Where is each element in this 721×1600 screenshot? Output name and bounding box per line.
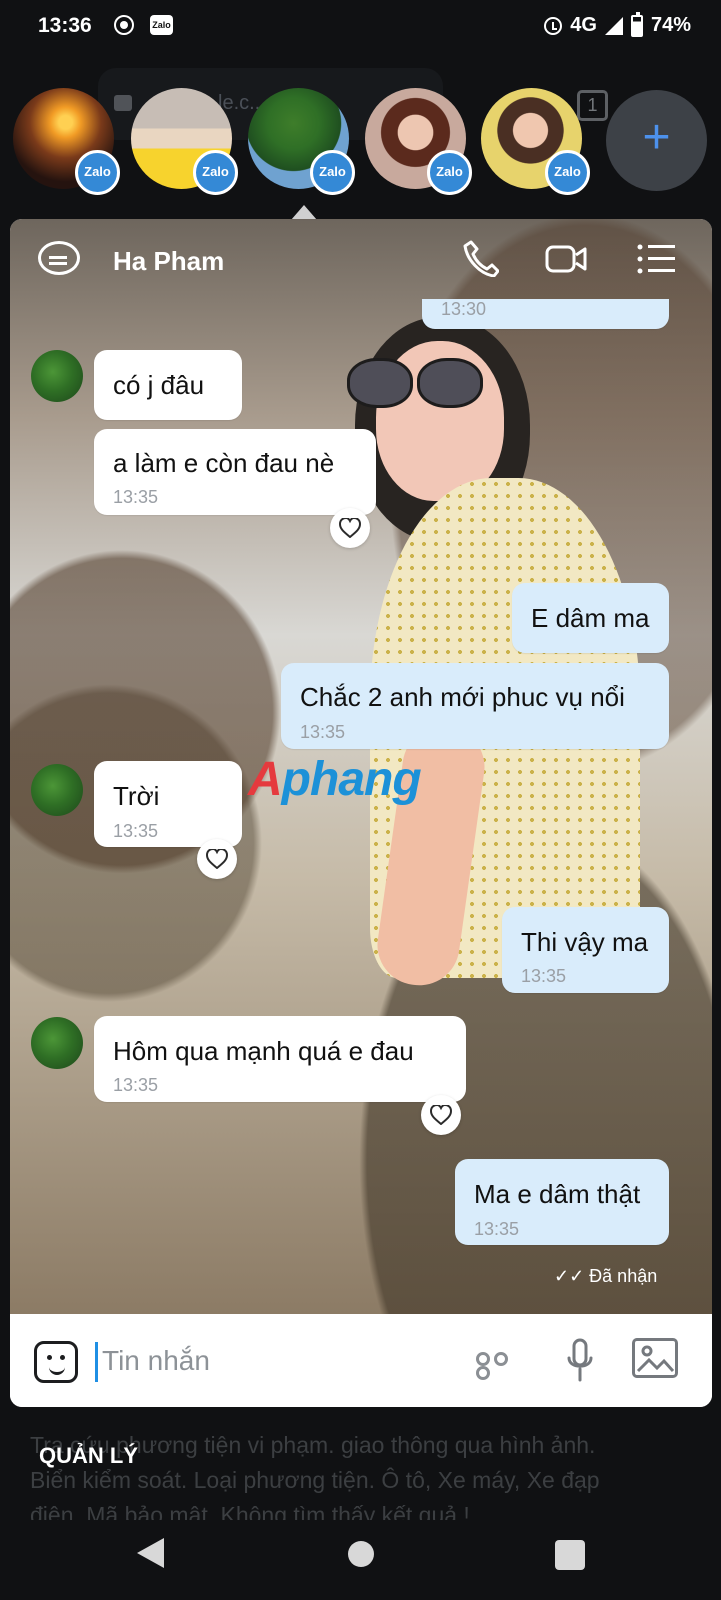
message-bubble-sent[interactable]: Ma e dâm thật 13:35 (455, 1159, 669, 1245)
message-text: có j đâu (113, 370, 205, 400)
contact-avatar[interactable] (31, 1017, 83, 1069)
message-text: Hôm qua mạnh quá e đau (113, 1036, 414, 1066)
network-label: 4G (570, 14, 597, 36)
watermark-logo: Aphang (248, 752, 458, 812)
message-bubble-received[interactable]: a làm e còn đau nè 13:35 (94, 429, 376, 515)
double-check-icon: ✓✓ (554, 1266, 590, 1286)
home-icon[interactable] (348, 1541, 374, 1567)
chat-icon[interactable] (38, 241, 80, 275)
heart-react-button[interactable] (197, 839, 237, 879)
message-bubble-sent[interactable]: 13:30 (422, 299, 669, 329)
message-text: a làm e còn đau nè (113, 448, 335, 478)
menu-icon[interactable] (637, 243, 676, 275)
message-text: Chắc 2 anh mới phuc vụ nổi (300, 682, 625, 712)
chat-window: Ha Pham 13:30 có j đâu a làm e còn đau n… (10, 219, 712, 1407)
status-indicators: 4G 74% (544, 11, 691, 37)
message-bubble-received[interactable]: có j đâu (94, 350, 242, 420)
chat-header: Ha Pham (10, 219, 712, 299)
zalo-badge: Zalo (545, 150, 590, 195)
message-input[interactable]: Tin nhắn (102, 1345, 210, 1377)
heart-icon (339, 518, 361, 538)
back-icon[interactable] (137, 1538, 164, 1568)
contact-name: Ha Pham (113, 246, 225, 276)
more-icon[interactable] (476, 1352, 529, 1380)
active-chat-pointer (291, 205, 317, 220)
message-bubble-received[interactable]: Hôm qua mạnh quá e đau 13:35 (94, 1016, 466, 1102)
lock-icon (114, 95, 132, 111)
image-icon[interactable] (632, 1338, 678, 1378)
alarm-icon (544, 16, 563, 35)
heart-icon (206, 849, 228, 869)
navigation-icon (114, 15, 134, 35)
read-status: ✓✓ Đã nhận (554, 1266, 657, 1287)
tab-count-badge: 1 (577, 90, 608, 121)
zalo-badge: Zalo (310, 150, 355, 195)
heart-icon (430, 1105, 452, 1125)
watermark-phang: phang (281, 753, 422, 806)
emoji-icon[interactable] (34, 1341, 78, 1383)
battery-percent: 74% (650, 14, 691, 36)
message-text: Thi vậy ma (521, 927, 649, 957)
zalo-notification-icon: Zalo (150, 15, 173, 35)
zalo-badge: Zalo (193, 150, 238, 195)
message-time: 13:35 (113, 487, 159, 507)
status-bar: 13:36 Zalo 4G 74% (0, 0, 721, 54)
video-icon[interactable] (545, 244, 587, 274)
message-text: Trời (113, 781, 160, 811)
message-time: 13:35 (521, 966, 567, 986)
message-bubble-sent[interactable]: Thi vậy ma 13:35 (502, 907, 669, 993)
heart-react-button[interactable] (421, 1095, 461, 1135)
message-composer: Tin nhắn (10, 1314, 712, 1407)
message-text: Ma e dâm thật (474, 1179, 641, 1209)
message-time: 13:30 (441, 299, 487, 319)
message-text: E dâm ma (531, 603, 650, 633)
message-bubble-sent[interactable]: E dâm ma (512, 583, 669, 653)
heart-react-button[interactable] (330, 508, 370, 548)
status-time: 13:36 (38, 14, 92, 37)
mic-icon[interactable] (566, 1338, 594, 1383)
contact-avatar[interactable] (31, 350, 83, 402)
message-time: 13:35 (300, 722, 346, 742)
signal-icon (604, 16, 623, 35)
zalo-badge: Zalo (427, 150, 472, 195)
text-cursor (95, 1342, 98, 1382)
message-time: 13:35 (474, 1219, 520, 1239)
message-bubble-received[interactable]: Trời 13:35 (94, 761, 242, 847)
read-status-text: Đã nhận (589, 1266, 658, 1286)
message-bubble-sent[interactable]: Chắc 2 anh mới phuc vụ nổi 13:35 (281, 663, 669, 749)
zalo-badge: Zalo (75, 150, 120, 195)
recent-apps-icon[interactable] (555, 1540, 585, 1570)
android-navigation-bar (0, 1520, 721, 1600)
phone-icon[interactable] (463, 239, 499, 277)
manage-label: QUẢN LÝ (39, 1443, 138, 1468)
watermark-a: A (248, 753, 283, 806)
contact-avatar[interactable] (31, 764, 83, 816)
battery-icon (630, 11, 643, 37)
message-time: 13:35 (113, 1075, 159, 1095)
add-chat-button[interactable]: + (606, 90, 707, 191)
message-time: 13:35 (113, 821, 159, 841)
